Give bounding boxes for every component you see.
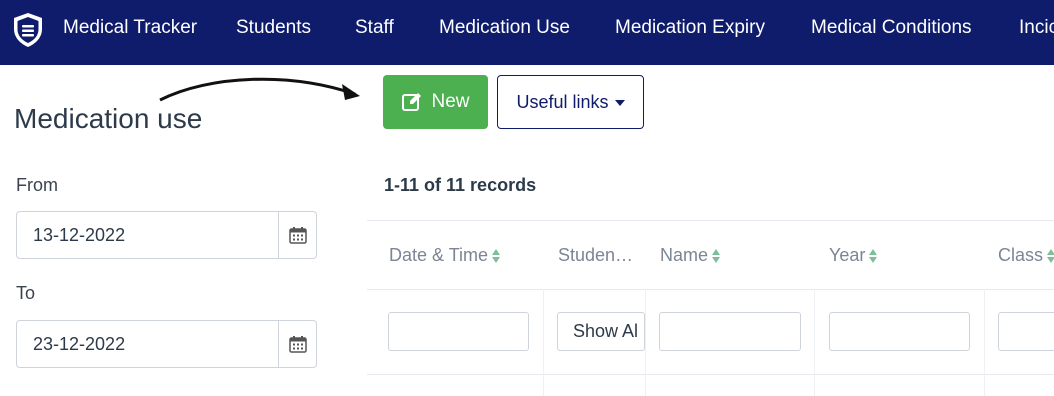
medication-table: Date & Time Studen… Name Year Class Show… <box>367 220 1054 396</box>
year-filter-input[interactable] <box>829 312 970 351</box>
from-calendar-button[interactable] <box>278 212 316 258</box>
student-filter-select[interactable]: Show Al <box>557 312 645 351</box>
column-divider <box>645 289 646 396</box>
calendar-icon <box>288 336 307 353</box>
calendar-icon <box>288 227 307 244</box>
useful-links-label: Useful links <box>516 91 609 112</box>
sort-icon <box>1047 248 1054 263</box>
column-divider <box>543 289 544 396</box>
annotation-arrow <box>159 77 360 102</box>
useful-links-dropdown[interactable]: Useful links <box>497 75 644 129</box>
to-date-input[interactable] <box>17 321 278 367</box>
nav-brand[interactable]: Medical Tracker <box>63 17 197 39</box>
date-time-filter-input[interactable] <box>388 312 529 351</box>
edit-icon <box>402 93 422 111</box>
from-date-input[interactable] <box>17 212 278 258</box>
filter-row: Show Al <box>367 289 1054 375</box>
nav-item-incidents[interactable]: Incic <box>1019 17 1054 39</box>
nav-item-medical-conditions[interactable]: Medical Conditions <box>811 17 972 39</box>
column-header-label: Studen… <box>558 245 634 265</box>
column-header-name[interactable]: Name <box>660 245 721 266</box>
sort-icon <box>712 248 721 263</box>
sort-icon <box>869 248 878 263</box>
name-filter-input[interactable] <box>659 312 801 351</box>
column-header-label: Name <box>660 245 709 265</box>
column-header-year[interactable]: Year <box>829 245 878 266</box>
nav-item-medication-use[interactable]: Medication Use <box>439 17 570 39</box>
top-navbar: Medical Tracker Students Staff Medicatio… <box>0 0 1054 65</box>
from-date-field <box>16 211 317 259</box>
column-header-label: Class <box>998 245 1044 265</box>
to-label: To <box>16 283 36 303</box>
shield-logo-icon[interactable] <box>12 12 44 48</box>
new-button[interactable]: New <box>383 75 488 129</box>
class-filter-input[interactable] <box>998 312 1054 351</box>
to-date-field <box>16 320 317 368</box>
from-label: From <box>16 175 58 195</box>
nav-item-medication-expiry[interactable]: Medication Expiry <box>615 17 765 39</box>
nav-item-staff[interactable]: Staff <box>355 17 394 39</box>
to-calendar-button[interactable] <box>278 321 316 367</box>
sort-icon <box>492 248 501 263</box>
new-button-label: New <box>431 91 470 112</box>
column-header-label: Year <box>829 245 866 265</box>
records-count: 1-11 of 11 records <box>384 175 537 195</box>
column-header-student[interactable]: Studen… <box>558 245 633 266</box>
column-header-class[interactable]: Class <box>998 245 1054 266</box>
caret-down-icon <box>614 100 625 106</box>
nav-item-students[interactable]: Students <box>236 17 311 39</box>
column-divider <box>984 289 985 396</box>
column-divider <box>814 289 815 396</box>
column-header-date-time[interactable]: Date & Time <box>389 245 501 266</box>
column-header-label: Date & Time <box>389 245 489 265</box>
